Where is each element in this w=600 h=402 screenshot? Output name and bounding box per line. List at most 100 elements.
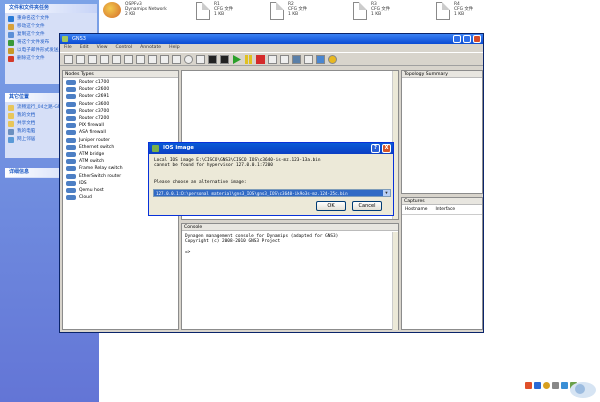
node-type-item[interactable]: PIX firewall <box>63 122 178 129</box>
console-panel[interactable]: Console Dynagen management console for D… <box>181 223 399 330</box>
file-task-item[interactable]: 重命名这个文件 <box>5 15 97 23</box>
close-button[interactable] <box>473 35 481 43</box>
corner-logo-icon <box>570 382 596 398</box>
device-icon <box>66 195 76 201</box>
other-place-label: 共享文档 <box>17 121 36 126</box>
device-icon <box>66 151 76 157</box>
node-type-label: PIX firewall <box>79 123 104 129</box>
device-icon <box>66 116 76 122</box>
draw-text-icon[interactable] <box>304 54 313 64</box>
move-icon <box>8 24 14 30</box>
add-link-icon[interactable] <box>172 54 181 64</box>
punctuation-icon[interactable] <box>552 381 559 389</box>
snapshot-icon[interactable] <box>148 54 157 64</box>
export-icon[interactable] <box>124 54 133 64</box>
console-all-icon[interactable] <box>196 54 205 64</box>
node-type-label: Juniper router <box>79 137 110 143</box>
save-icon[interactable] <box>88 54 97 64</box>
reload-icon[interactable] <box>184 54 193 64</box>
node-type-label: Frame Relay switch <box>79 166 123 172</box>
suspend-icon[interactable] <box>244 54 253 64</box>
other-place-label: 我的文档 <box>17 113 36 118</box>
device-icon <box>66 180 76 186</box>
cancel-button[interactable]: Cancel <box>352 201 382 211</box>
draw-square-icon[interactable] <box>316 54 325 64</box>
dialog-title-bar[interactable]: IOS image ? X <box>149 143 393 154</box>
device-icon <box>66 173 76 179</box>
design-icon[interactable] <box>136 54 145 64</box>
gns3-title: GNS3 <box>72 36 86 42</box>
captures-title: Captures <box>402 198 482 205</box>
node-type-item[interactable]: Router c3700 <box>63 108 178 115</box>
ime-zhong-icon[interactable] <box>534 381 541 389</box>
node-type-item[interactable]: Router c1700 <box>63 79 178 86</box>
other-place-label: 网上邻居 <box>17 137 36 142</box>
moon-icon[interactable] <box>543 381 550 389</box>
insert-image-icon[interactable] <box>280 54 289 64</box>
captures-col-hostname[interactable]: Hostname <box>405 207 427 212</box>
node-type-label: EtherSwitch router <box>79 173 122 179</box>
help-button[interactable]: ? <box>371 144 380 153</box>
hostnames-icon[interactable] <box>160 54 169 64</box>
cfg-file-icon <box>436 2 450 20</box>
menu-file[interactable]: File <box>64 44 72 52</box>
file-tasks-title[interactable]: 文件和文件夹任务 <box>5 4 97 13</box>
chevron-down-icon[interactable]: ▼ <box>383 190 390 196</box>
console-scrollbar[interactable] <box>392 232 398 330</box>
copy-icon <box>8 32 14 38</box>
menu-help[interactable]: Help <box>169 44 179 52</box>
start-icon[interactable] <box>232 54 241 64</box>
node-type-label: IDS <box>79 180 87 186</box>
keyboard-icon[interactable] <box>561 381 568 389</box>
open-icon[interactable] <box>76 54 85 64</box>
aux-terminal-icon[interactable] <box>220 54 229 64</box>
ios-image-select-value: 127.0.0.1:D:\personal material\gns3_IOS\… <box>156 191 348 196</box>
desktop-file[interactable]: OSPFv3 Dynamips Network 2 KB <box>103 2 167 24</box>
menu-control[interactable]: Control <box>116 44 133 52</box>
network-file-icon <box>103 2 121 18</box>
draw-ellipse-icon[interactable] <box>328 54 337 64</box>
node-type-label: Cloud <box>79 195 92 201</box>
node-type-label: Router c3600 <box>79 101 110 107</box>
import-icon[interactable] <box>112 54 121 64</box>
cfg-file-icon <box>353 2 367 20</box>
node-type-label: Router c3700 <box>79 108 110 114</box>
save-as-icon[interactable] <box>100 54 109 64</box>
desktop-file[interactable]: R2 CFG 文件 1 KB <box>270 2 307 24</box>
node-type-item[interactable]: Router c2691 <box>63 93 178 100</box>
dialog-title: IOS image <box>163 145 194 151</box>
gns3-toolbar <box>60 52 483 66</box>
restart-icon[interactable] <box>268 54 277 64</box>
draw-rectangle-icon[interactable] <box>292 54 301 64</box>
menu-edit[interactable]: Edit <box>80 44 89 52</box>
terminal-icon[interactable] <box>208 54 217 64</box>
device-icon <box>66 130 76 136</box>
new-icon[interactable] <box>64 54 73 64</box>
ios-image-select[interactable]: 127.0.0.1:D:\personal material\gns3_IOS\… <box>153 189 391 197</box>
menu-view[interactable]: View <box>97 44 108 52</box>
node-type-item[interactable]: Router c3600 <box>63 101 178 108</box>
ios-image-dialog[interactable]: IOS image ? X Local IOS image E:\CISCO\G… <box>148 142 394 216</box>
desktop-file[interactable]: R3 CFG 文件 1 KB <box>353 2 390 24</box>
desktop-file-line3: 1 KB <box>454 12 465 17</box>
desktop-file-line3: 2 KB <box>125 12 136 17</box>
desktop-file[interactable]: R4 CFG 文件 1 KB <box>436 2 473 24</box>
node-type-item[interactable]: Router c7200 <box>63 115 178 122</box>
captures-col-interface[interactable]: Interface <box>435 207 455 212</box>
maximize-button[interactable] <box>463 35 471 43</box>
device-icon <box>66 123 76 129</box>
node-type-item[interactable]: Router c2600 <box>63 86 178 93</box>
stop-icon[interactable] <box>256 54 265 64</box>
file-task-item[interactable]: 移动这个文件 <box>5 23 97 31</box>
desktop-file[interactable]: R1 CFG 文件 1 KB <box>196 2 233 24</box>
gns3-title-bar[interactable]: GNS3 <box>60 34 483 44</box>
menu-annotate[interactable]: Annotate <box>140 44 161 52</box>
node-type-item[interactable]: ASA firewall <box>63 129 178 136</box>
node-types-title: Nodes Types <box>63 71 178 78</box>
dialog-close-button[interactable]: X <box>382 144 391 153</box>
file-task-label: 删除这个文件 <box>17 56 45 61</box>
ok-button[interactable]: OK <box>316 201 346 211</box>
file-task-label: 将这个文件发布 <box>17 40 50 45</box>
minimize-button[interactable] <box>453 35 461 43</box>
ime-s-icon[interactable] <box>525 381 532 389</box>
